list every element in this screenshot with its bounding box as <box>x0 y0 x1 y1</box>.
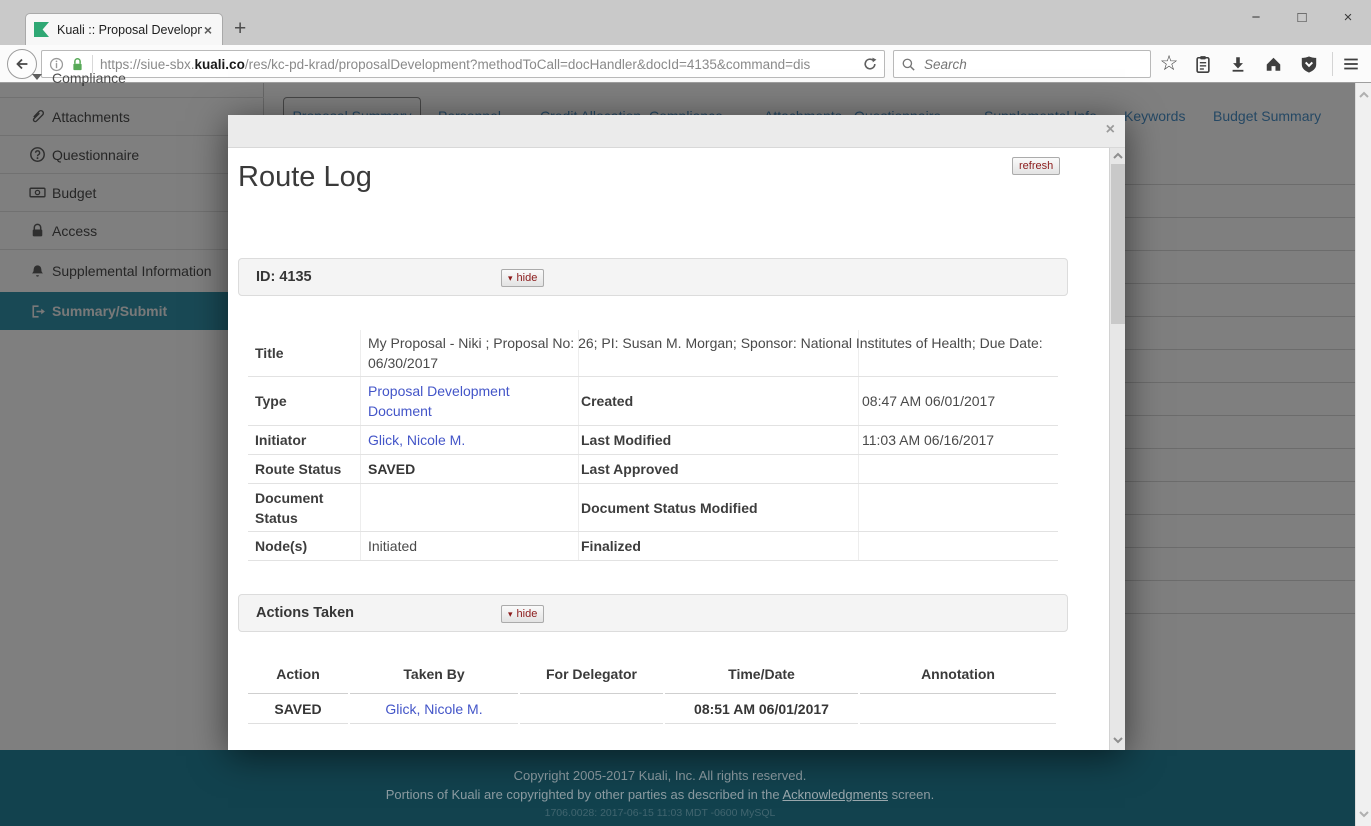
last-approved-value <box>858 455 1058 483</box>
route-status-label: Route Status <box>248 455 360 483</box>
for-delegator-value <box>520 694 663 724</box>
actions-table-header: Action Taken By For Delegator Time/Date … <box>248 655 1058 694</box>
window-maximize-button[interactable]: □ <box>1285 2 1319 36</box>
window-minimize-button[interactable]: − <box>1239 2 1273 36</box>
hide-button[interactable]: ▾ hide <box>501 605 544 623</box>
route-log-modal: × Route Log refresh ID: 4135 ▾ hide Title… <box>228 115 1125 750</box>
column-header-action: Action <box>248 655 348 694</box>
window-close-button[interactable]: × <box>1331 2 1365 36</box>
bookmarks-clipboard-icon[interactable] <box>1190 51 1216 77</box>
collapse-triangle-icon: ▾ <box>508 609 513 620</box>
modal-header <box>228 115 1125 148</box>
document-status-value <box>360 484 578 531</box>
browser-window: Kuali :: Proposal Developme × + − □ × <box>0 0 1371 826</box>
browser-titlebar: Kuali :: Proposal Developme × + − □ × <box>0 0 1371 45</box>
page-scrollbar[interactable] <box>1355 83 1371 826</box>
pocket-shield-icon[interactable] <box>1296 51 1322 77</box>
table-row-route-status: Route Status SAVED Last Approved <box>248 455 1058 484</box>
route-log-title: Route Log <box>238 161 372 194</box>
modal-scroll-up-icon[interactable] <box>1112 152 1124 160</box>
route-status-value: SAVED <box>360 455 578 483</box>
refresh-button[interactable]: refresh <box>1012 157 1060 175</box>
title-value: My Proposal - Niki ; Proposal No: 26; PI… <box>360 330 1058 376</box>
title-label: Title <box>248 330 360 376</box>
footer-copyright: Copyright 2005-2017 Kuali, Inc. All righ… <box>0 768 1320 783</box>
initiator-label: Initiator <box>248 426 360 454</box>
hide-button-label: hide <box>517 272 538 284</box>
hide-button-label: hide <box>517 608 538 620</box>
footer-portions: Portions of Kuali are copyrighted by oth… <box>0 787 1320 802</box>
kuali-favicon-icon <box>34 22 49 37</box>
collapse-triangle-icon: ▾ <box>508 273 513 284</box>
route-log-table: Title My Proposal - Niki ; Proposal No: … <box>248 330 1058 561</box>
document-status-label: Document Status <box>248 484 360 531</box>
nodes-value: Initiated <box>360 532 578 560</box>
column-header-for-delegator: For Delegator <box>520 655 663 694</box>
footer-version: 1706.0028: 2017-06-15 11:03 MDT -0600 My… <box>0 807 1320 819</box>
footer-portions-text: Portions of Kuali are copyrighted by oth… <box>386 787 783 802</box>
id-section-header: ID: 4135 ▾ hide <box>238 258 1068 296</box>
last-modified-label: Last Modified <box>578 426 858 454</box>
nodes-label: Node(s) <box>248 532 360 560</box>
column-header-annotation: Annotation <box>860 655 1056 694</box>
acknowledgments-link[interactable]: Acknowledgments <box>782 787 888 802</box>
downloads-icon[interactable] <box>1225 51 1251 77</box>
column-header-taken-by: Taken By <box>350 655 518 694</box>
footer-portions-suffix: screen. <box>888 787 934 802</box>
created-label: Created <box>578 377 858 425</box>
type-label: Type <box>248 377 360 425</box>
tab-title: Kuali :: Proposal Developme <box>57 23 202 37</box>
scroll-down-icon[interactable] <box>1358 810 1370 818</box>
page-footer: Copyright 2005-2017 Kuali, Inc. All righ… <box>0 750 1371 826</box>
actions-taken-header: Actions Taken ▾ hide <box>238 594 1068 632</box>
time-date-value: 08:51 AM 06/01/2017 <box>665 694 858 724</box>
url-path: /res/kc-pd-krad/proposalDevelopment?meth… <box>245 57 810 72</box>
modal-scroll-down-icon[interactable] <box>1112 736 1124 744</box>
initiator-link[interactable]: Glick, Nicole M. <box>368 432 465 448</box>
taken-by-link[interactable]: Glick, Nicole M. <box>385 701 482 717</box>
scroll-up-icon[interactable] <box>1358 91 1370 99</box>
table-row-document-status: Document Status Document Status Modified <box>248 484 1058 532</box>
id-section-title: ID: 4135 <box>256 269 312 285</box>
table-row-title: Title My Proposal - Niki ; Proposal No: … <box>248 330 1058 377</box>
annotation-value <box>860 694 1056 724</box>
tab-close-icon[interactable]: × <box>202 22 214 38</box>
menu-hamburger-icon[interactable] <box>1338 51 1364 77</box>
modal-scrollbar[interactable] <box>1109 148 1125 750</box>
actions-table-row: SAVED Glick, Nicole M. 08:51 AM 06/01/20… <box>248 694 1058 724</box>
modal-scrollbar-thumb[interactable] <box>1111 164 1125 324</box>
table-row-nodes: Node(s) Initiated Finalized <box>248 532 1058 561</box>
actions-taken-title: Actions Taken <box>256 605 354 621</box>
modal-close-icon[interactable]: × <box>1106 121 1115 139</box>
search-input[interactable] <box>922 56 1143 73</box>
home-icon[interactable] <box>1260 51 1286 77</box>
document-type-link[interactable]: Proposal Development Document <box>368 381 530 421</box>
reload-icon[interactable] <box>862 56 878 72</box>
new-tab-button[interactable]: + <box>234 16 246 42</box>
browser-tab[interactable]: Kuali :: Proposal Developme × <box>25 13 223 45</box>
table-row-initiator: Initiator Glick, Nicole M. Last Modified… <box>248 426 1058 455</box>
finalized-value <box>858 532 1058 560</box>
last-approved-label: Last Approved <box>578 455 858 483</box>
hide-button[interactable]: ▾ hide <box>501 269 544 287</box>
action-value: SAVED <box>248 694 348 724</box>
finalized-label: Finalized <box>578 532 858 560</box>
search-icon <box>901 57 916 72</box>
last-modified-value: 11:03 AM 06/16/2017 <box>858 426 1058 454</box>
table-row-type: Type Proposal Development Document Creat… <box>248 377 1058 426</box>
toolbar-separator <box>1332 52 1333 76</box>
bookmark-star-icon[interactable]: ☆ <box>1156 51 1182 77</box>
document-status-modified-value <box>858 484 1058 531</box>
document-status-modified-label: Document Status Modified <box>578 484 858 531</box>
created-value: 08:47 AM 06/01/2017 <box>858 377 1058 425</box>
search-bar[interactable] <box>893 50 1151 78</box>
column-header-time-date: Time/Date <box>665 655 858 694</box>
